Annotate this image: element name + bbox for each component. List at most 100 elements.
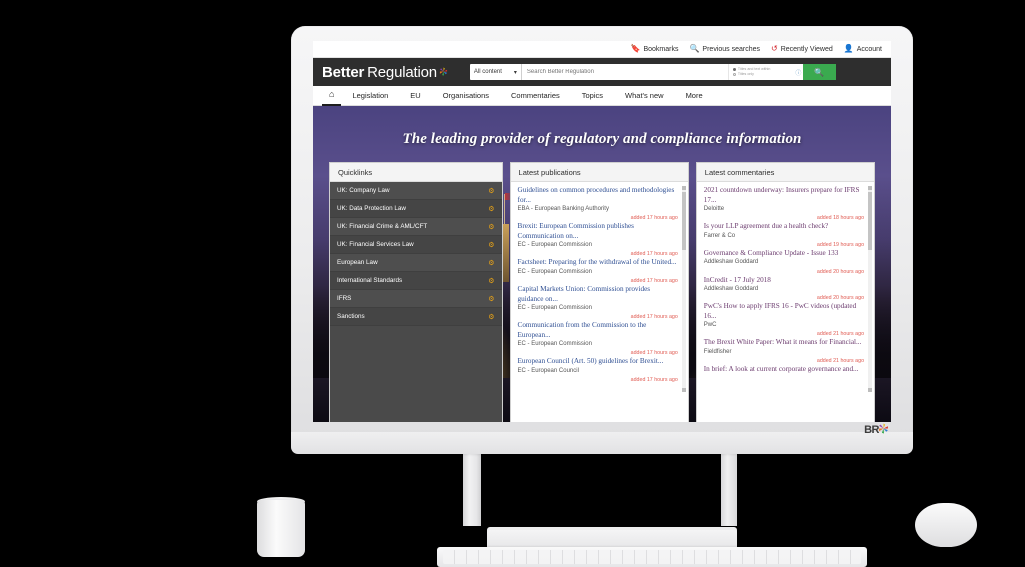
- publication-added: added 17 hours ago: [630, 278, 678, 285]
- br-logo-text: BR: [864, 424, 879, 436]
- gear-icon[interactable]: ⚙: [488, 277, 494, 285]
- asterisk-logo-icon: [439, 63, 448, 80]
- search-input[interactable]: [521, 64, 728, 80]
- gear-icon[interactable]: ⚙: [488, 241, 494, 249]
- quicklink-item[interactable]: UK: Financial Crime & AML/CFT ⚙: [330, 218, 502, 236]
- commentary-title[interactable]: Governance & Compliance Update - Issue 1…: [704, 249, 864, 259]
- commentary-title[interactable]: PwC's How to apply IFRS 16 - PwC videos …: [704, 302, 864, 321]
- commentary-source: Fieldfisher: [703, 348, 732, 355]
- brand-word-1: Better: [322, 63, 365, 81]
- publication-title[interactable]: Capital Markets Union: Commission provid…: [518, 285, 678, 304]
- publication-source: EC - European Council: [517, 367, 579, 374]
- publication-added: added 17 hours ago: [630, 350, 678, 357]
- gear-icon[interactable]: ⚙: [488, 205, 494, 213]
- quicklink-item[interactable]: UK: Data Protection Law ⚙: [330, 200, 502, 218]
- commentary-added: added 20 hours ago: [816, 268, 865, 275]
- commentary-title[interactable]: Is your LLP agreement due a health check…: [704, 222, 864, 232]
- quicklink-label: IFRS: [337, 295, 352, 302]
- scroll-up-arrow-icon[interactable]: [681, 186, 686, 190]
- gear-icon[interactable]: ⚙: [488, 313, 494, 321]
- nav-item-eu[interactable]: EU: [399, 86, 431, 105]
- monitor-stand-neck: [463, 448, 481, 526]
- radio-dot-selected: [732, 67, 736, 71]
- gear-icon[interactable]: ⚙: [488, 223, 494, 231]
- keyboard[interactable]: [437, 547, 867, 567]
- bookmark-icon: 🔖: [630, 44, 641, 53]
- gear-icon[interactable]: ⚙: [488, 295, 494, 303]
- latest-publications-list: Guidelines on common procedures and meth…: [511, 182, 688, 396]
- homepage-panels: Quicklinks UK: Company Law ⚙ UK: Data Pro…: [329, 162, 876, 422]
- commentary-item: PwC's How to apply IFRS 16 - PwC videos …: [704, 302, 864, 337]
- commentary-title[interactable]: 2021 countdown underway: Insurers prepar…: [704, 186, 864, 205]
- commentary-title[interactable]: InCredit - 17 July 2018: [704, 276, 864, 286]
- monitor-stand-neck-right: [721, 448, 737, 526]
- scroll-down-arrow-icon[interactable]: [868, 388, 873, 392]
- publication-title[interactable]: European Council (Art. 50) guidelines fo…: [518, 357, 678, 367]
- utility-account[interactable]: 👤 Account: [844, 45, 882, 53]
- publication-source: EC - European Commission: [517, 341, 592, 348]
- scene: BR 🔖 Bookmarks 🔍 Previous searches ↺ Rec…: [0, 0, 1025, 567]
- scroll-up-arrow-icon[interactable]: [868, 186, 873, 190]
- commentary-source: PwC: [703, 322, 717, 329]
- publication-item: Guidelines on common procedures and meth…: [518, 186, 678, 221]
- commentary-item: The Brexit White Paper: What it means fo…: [704, 338, 864, 364]
- gear-icon[interactable]: ⚙: [488, 187, 494, 195]
- publication-title[interactable]: Factsheet: Preparing for the withdrawal …: [518, 258, 678, 268]
- utility-bookmarks[interactable]: 🔖 Bookmarks: [630, 45, 678, 53]
- quicklink-label: UK: Company Law: [337, 187, 390, 194]
- search-icon: 🔍: [814, 67, 825, 77]
- search-mode-radios: Titles and text within Titles only: [727, 64, 794, 80]
- nav-item-whats-new[interactable]: What's new: [614, 86, 675, 105]
- publication-item: Capital Markets Union: Commission provid…: [518, 285, 678, 320]
- publication-title[interactable]: Communication from the Commission to the…: [518, 321, 678, 340]
- user-icon: 👤: [843, 44, 854, 53]
- publication-item: Factsheet: Preparing for the withdrawal …: [518, 258, 678, 284]
- quicklink-label: International Standards: [337, 277, 403, 284]
- quicklink-label: UK: Data Protection Law: [337, 205, 406, 212]
- publication-source: EC - European Commission: [517, 242, 592, 249]
- site-header: Better Regulation All content ▾ Search B…: [313, 58, 891, 86]
- search-info-icon[interactable]: ⓘ: [794, 64, 803, 80]
- commentary-source: Deloitte: [703, 206, 725, 212]
- quicklink-label: UK: Financial Crime & AML/CFT: [337, 223, 428, 230]
- publication-title[interactable]: Guidelines on common procedures and meth…: [518, 186, 678, 205]
- latest-publications-panel: Latest publications Guidelines on common…: [509, 162, 689, 422]
- publication-source: EC - European Commission: [517, 305, 592, 312]
- quicklink-item[interactable]: UK: Company Law ⚙: [330, 182, 502, 200]
- quicklink-item[interactable]: Sanctions ⚙: [330, 308, 502, 326]
- nav-item-home[interactable]: ⌂: [322, 85, 342, 106]
- latest-publications-title: Latest publications: [510, 163, 688, 182]
- quicklink-label: European Law: [337, 259, 378, 266]
- site-logo[interactable]: Better Regulation: [322, 64, 448, 81]
- commentary-title[interactable]: In brief: A look at current corporate go…: [704, 365, 864, 375]
- commentary-added: added 21 hours ago: [816, 358, 865, 365]
- nav-item-topics[interactable]: Topics: [571, 86, 614, 105]
- publication-added: added 17 hours ago: [630, 314, 678, 321]
- gear-icon[interactable]: ⚙: [488, 259, 494, 267]
- radio-titles-only-label: Titles only: [737, 72, 754, 76]
- utility-recently-viewed[interactable]: ↺ Recently Viewed: [771, 45, 833, 53]
- nav-item-commentaries[interactable]: Commentaries: [500, 86, 571, 105]
- computer-mouse[interactable]: [915, 503, 977, 547]
- search-scope-select[interactable]: All content ▾: [470, 64, 522, 80]
- radio-titles-only[interactable]: Titles only: [732, 72, 794, 77]
- publication-title[interactable]: Brexit: European Commission publishes Co…: [518, 222, 678, 241]
- commentary-title[interactable]: The Brexit White Paper: What it means fo…: [704, 338, 864, 348]
- quicklink-item[interactable]: International Standards ⚙: [330, 272, 502, 290]
- commentary-added: added 21 hours ago: [816, 331, 865, 338]
- nav-item-legislation[interactable]: Legislation: [341, 86, 399, 105]
- quicklink-item[interactable]: IFRS ⚙: [330, 290, 502, 308]
- commentaries-scrollbar-thumb[interactable]: [868, 192, 873, 250]
- quicklinks-filler: [330, 326, 502, 422]
- scroll-down-arrow-icon[interactable]: [681, 388, 686, 392]
- search-submit-button[interactable]: 🔍: [802, 64, 836, 80]
- hero-banner: The leading provider of regulatory and c…: [313, 106, 891, 422]
- quicklink-item[interactable]: European Law ⚙: [330, 254, 502, 272]
- quicklink-item[interactable]: UK: Financial Services Law ⚙: [330, 236, 502, 254]
- nav-item-organisations[interactable]: Organisations: [432, 86, 500, 105]
- nav-item-more[interactable]: More: [675, 86, 714, 105]
- commentary-source: Farrer & Co: [703, 232, 736, 239]
- brand-word-2: Regulation: [367, 63, 437, 81]
- publications-scrollbar-thumb[interactable]: [681, 192, 686, 250]
- utility-previous-searches[interactable]: 🔍 Previous searches: [689, 45, 760, 53]
